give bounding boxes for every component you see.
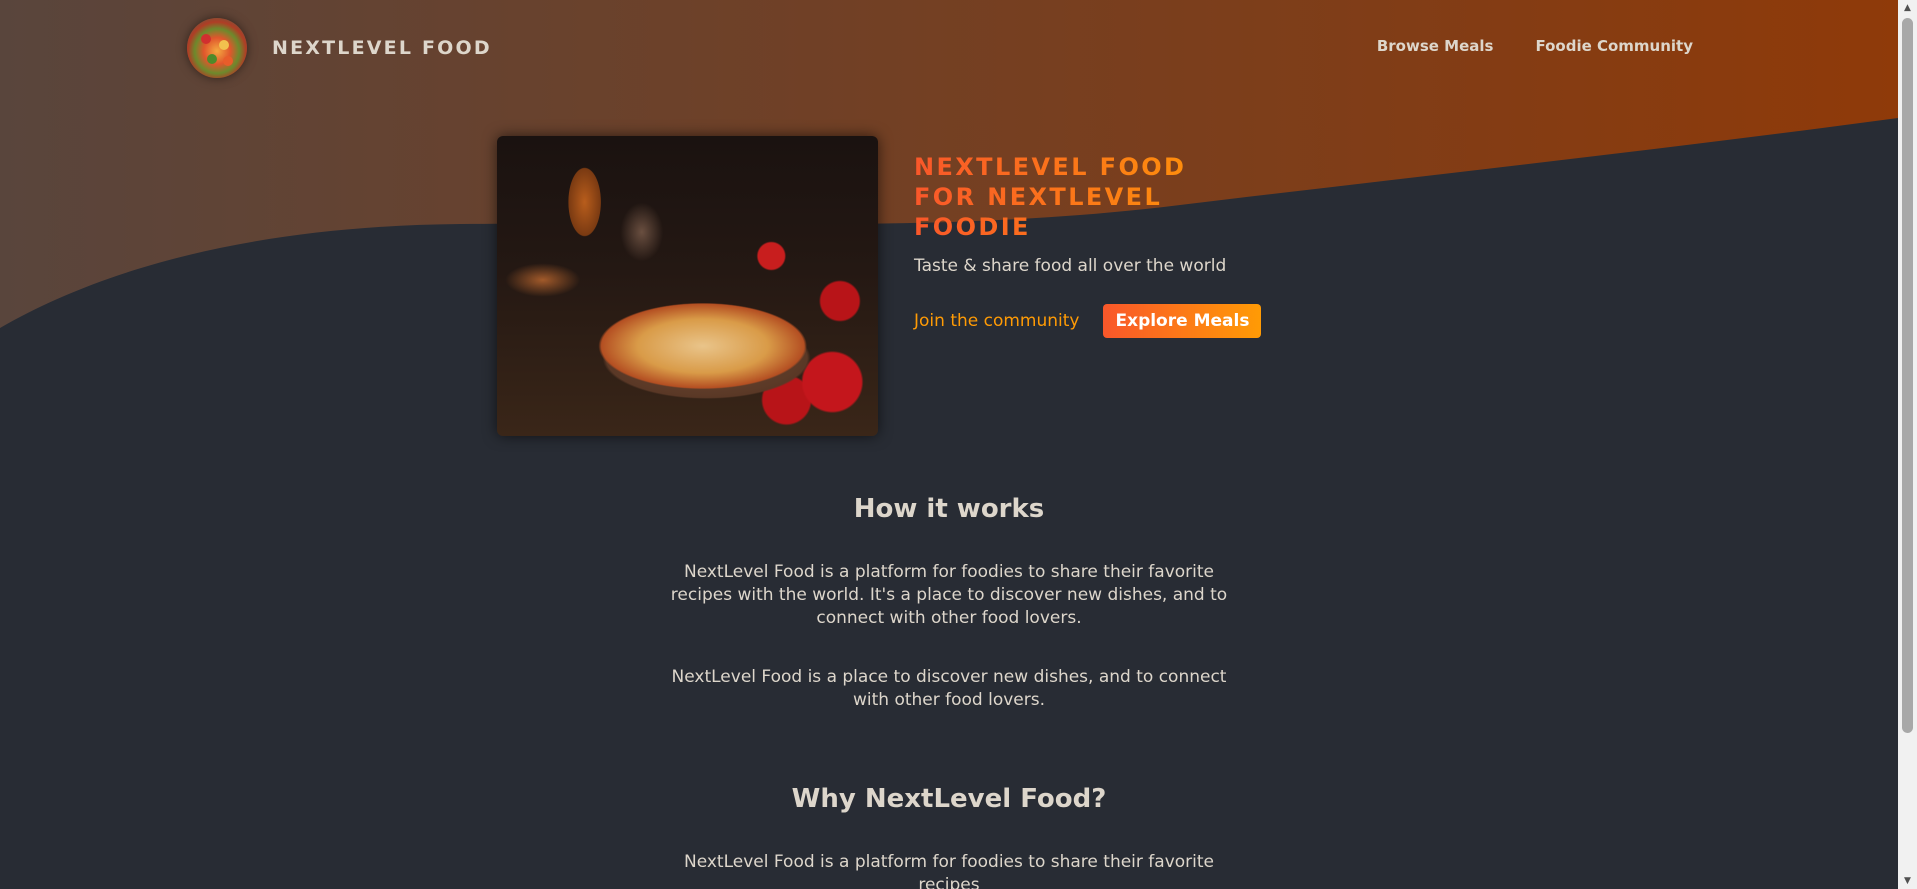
scrollbar[interactable]: ▲ ▼ — [1898, 0, 1917, 889]
join-community-link[interactable]: Join the community — [914, 311, 1079, 331]
logo-link[interactable]: NextLevel Food — [187, 18, 492, 78]
chevron-up-icon[interactable]: ▲ — [1898, 0, 1917, 16]
main-nav: Browse Meals Foodie Community — [1377, 37, 1693, 55]
site-header: NextLevel Food Browse Meals Foodie Commu… — [0, 0, 1898, 92]
hero-section: NextLevel Food for NextLevel Foodie Tast… — [497, 136, 1274, 436]
hero-title: NextLevel Food for NextLevel Foodie — [914, 152, 1254, 242]
why-heading: Why NextLevel Food? — [791, 784, 1107, 814]
logo-text: NextLevel Food — [272, 37, 492, 59]
how-it-works-heading: How it works — [853, 494, 1045, 524]
why-section: Why NextLevel Food? NextLevel Food is a … — [0, 784, 1898, 889]
how-it-works-paragraph-1: NextLevel Food is a platform for foodies… — [670, 562, 1228, 628]
food-plate-logo-icon — [187, 18, 247, 78]
explore-meals-button[interactable]: Explore Meals — [1103, 304, 1262, 338]
why-paragraph-1: NextLevel Food is a platform for foodies… — [683, 852, 1214, 889]
how-it-works-paragraph-2: NextLevel Food is a place to discover ne… — [671, 667, 1227, 710]
page: NextLevel Food Browse Meals Foodie Commu… — [0, 0, 1917, 889]
nav-foodie-community[interactable]: Foodie Community — [1535, 37, 1693, 55]
hero-subtitle: Taste & share food all over the world — [914, 256, 1227, 276]
nav-browse-meals[interactable]: Browse Meals — [1377, 37, 1494, 55]
hero-cta-group: Join the community Explore Meals — [914, 304, 1274, 338]
hero-food-image — [497, 136, 878, 436]
hero-content: NextLevel Food for NextLevel Foodie Tast… — [914, 136, 1274, 436]
scrollbar-thumb[interactable] — [1902, 18, 1913, 733]
how-it-works-section: How it works NextLevel Food is a platfor… — [0, 494, 1898, 712]
chevron-down-icon[interactable]: ▼ — [1898, 873, 1917, 889]
